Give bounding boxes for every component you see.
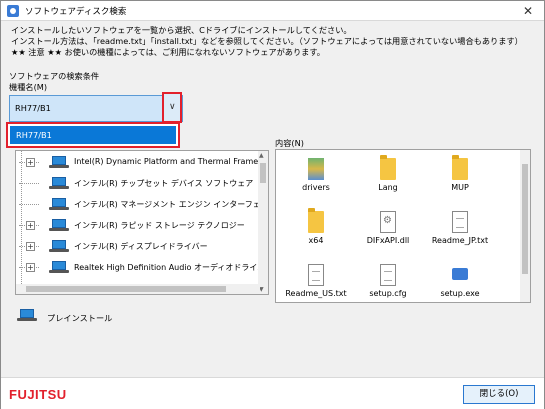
folder-icon (380, 155, 396, 180)
file-name: MUP (451, 183, 469, 192)
drivers-folder-icon (308, 158, 324, 180)
file-item[interactable]: drivers (281, 158, 351, 203)
window-title: ソフトウェアディスク検索 (25, 7, 127, 17)
tree-item[interactable]: インテル(R) マネージメント エンジン インターフェイ (16, 195, 268, 215)
model-select[interactable]: RH77/B1 (9, 95, 183, 122)
tree-item-label: インテル(R) ディスプレイドライバー (74, 242, 208, 251)
expand-icon[interactable]: + (26, 263, 35, 272)
tree-item[interactable]: + インテル(R) ラピッド ストレージ テクノロジー (16, 216, 264, 236)
expand-icon[interactable]: + (26, 242, 35, 251)
tree-scroll-thumb[interactable] (260, 163, 266, 183)
software-tree[interactable]: + Intel(R) Dynamic Platform and Thermal F… (15, 150, 269, 295)
tree-item-label: インテル(R) チップセット デバイス ソフトウェア (74, 179, 254, 188)
dll-file-icon (380, 211, 396, 233)
laptop-icon (17, 309, 37, 322)
file-item[interactable]: setup.exe (425, 264, 495, 302)
laptop-icon (49, 261, 69, 274)
laptop-icon (49, 219, 69, 232)
app-icon (7, 5, 19, 17)
file-name: setup.exe (440, 289, 480, 298)
setup-exe-icon (452, 264, 468, 286)
close-button[interactable]: 閉じる(O) (463, 385, 535, 404)
model-label: 機種名(M) (9, 82, 48, 92)
folder-icon (308, 208, 324, 233)
model-select-dropdown-button[interactable]: ∨ (162, 92, 182, 123)
file-item[interactable]: MUP (425, 155, 495, 203)
file-name: x64 (308, 236, 324, 245)
text-file-icon (452, 211, 468, 233)
model-select-value: RH77/B1 (15, 103, 51, 113)
file-item[interactable]: setup.cfg (353, 264, 423, 302)
tree-item-label: Intel(R) Dynamic Platform and Thermal Fr… (74, 157, 269, 166)
laptop-icon (49, 240, 69, 253)
instruction-line-3: ★★ 注意 ★★ お使いの機種によっては、ご利用になれないソフトウェアがあります… (11, 47, 325, 57)
expand-icon[interactable]: + (26, 221, 35, 230)
tree-item[interactable]: + インテル(R) ディスプレイドライバー (16, 237, 264, 257)
tree-hscroll-thumb[interactable] (26, 286, 226, 292)
tree-item-label: Realtek High Definition Audio オーディオドライバ (74, 263, 266, 272)
file-item[interactable]: x64 (281, 208, 351, 256)
tree-item-label: インテル(R) マネージメント エンジン インターフェイ (74, 200, 269, 209)
laptop-icon (49, 156, 69, 169)
tree-horizontal-scrollbar[interactable] (16, 284, 260, 294)
model-option[interactable]: RH77/B1 (10, 126, 176, 144)
fujitsu-logo: FUJITSU (9, 387, 67, 402)
file-item[interactable]: Readme_JP.txt (425, 211, 495, 256)
laptop-icon (49, 177, 69, 190)
tree-item[interactable]: + Realtek High Definition Audio オーディオドライバ (16, 258, 266, 278)
file-name: Readme_US.txt (285, 289, 347, 298)
scroll-up-icon[interactable]: ▲ (259, 152, 264, 159)
file-item[interactable]: Lang (353, 155, 423, 203)
laptop-icon (49, 198, 69, 211)
title-bar: ソフトウェアディスク検索 ✕ (1, 1, 544, 21)
tree-item[interactable]: インテル(R) チップセット デバイス ソフトウェア (16, 174, 264, 194)
folder-icon (452, 155, 468, 180)
tree-item[interactable]: + Intel(R) Dynamic Platform and Thermal F… (16, 153, 268, 173)
software-disk-search-window: ソフトウェアディスク検索 ✕ インストールしたいソフトウェアを一覧から選択、Cド… (0, 0, 545, 409)
file-item[interactable]: DIFxAPI.dll (353, 211, 423, 256)
file-name: Readme_JP.txt (431, 236, 489, 245)
instruction-line-2: インストール方法は、「readme.txt」「install.txt」などを参照… (11, 36, 523, 46)
instruction-line-1: インストールしたいソフトウェアを一覧から選択、Cドライブにインストールしてくださ… (11, 25, 352, 35)
tree-item-label: インテル(R) ラピッド ストレージ テクノロジー (74, 221, 245, 230)
file-name: setup.cfg (369, 289, 407, 298)
instructions: インストールしたいソフトウェアを一覧から選択、Cドライブにインストールしてくださ… (11, 25, 523, 58)
tree-connector (19, 204, 39, 205)
text-file-icon (380, 264, 396, 286)
text-file-icon (308, 264, 324, 286)
close-icon[interactable]: ✕ (518, 3, 538, 19)
expand-icon[interactable]: + (26, 158, 35, 167)
file-name: DIFxAPI.dll (366, 236, 410, 245)
content-scroll-thumb[interactable] (522, 164, 528, 274)
file-name: drivers (302, 183, 330, 192)
tree-connector (19, 183, 39, 184)
model-dropdown-list: RH77/B1 (6, 122, 180, 148)
content-vertical-scrollbar[interactable] (520, 150, 530, 302)
content-label: 内容(N) (275, 138, 304, 148)
content-file-list[interactable]: drivers Lang MUP x64 DIFxAPI.dll Readme_JP.tx… (275, 149, 531, 303)
chevron-down-icon: ∨ (169, 102, 176, 112)
file-item[interactable]: Readme_US.txt (281, 264, 351, 302)
file-name: Lang (378, 183, 398, 192)
preinstall-label: プレインストール (47, 313, 113, 323)
tree-vertical-scrollbar[interactable]: ▲ ▼ (258, 151, 268, 294)
